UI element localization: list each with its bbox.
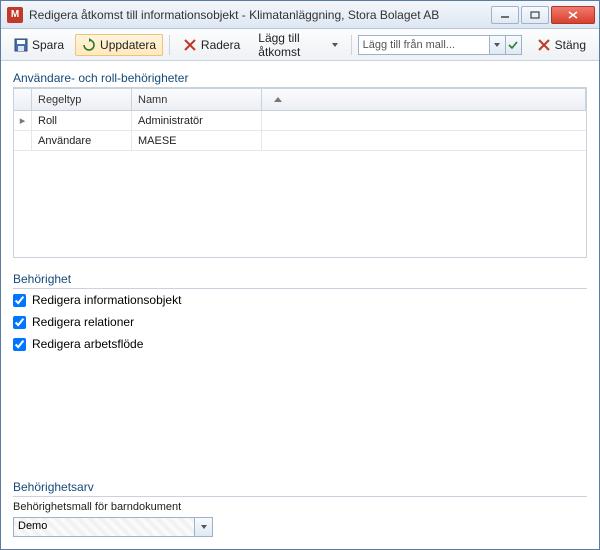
delete-button[interactable]: Radera	[176, 34, 247, 56]
chevron-down-icon	[201, 525, 207, 529]
cell-name: MAESE	[132, 131, 262, 150]
close-label: Stäng	[555, 38, 586, 52]
add-access-dropdown[interactable]: Lägg till åtkomst	[251, 27, 345, 63]
perm-label: Redigera informationsobjekt	[32, 293, 181, 307]
check-icon	[508, 40, 518, 50]
cell-ruletype: Användare	[32, 131, 132, 150]
perm-checkbox[interactable]	[13, 338, 26, 351]
row-indicator: ▸	[14, 111, 32, 130]
toolbar-separator	[351, 35, 352, 55]
inheritance-section: Behörighetsarv Behörighetsmall för barnd…	[13, 480, 587, 537]
toolbar: Spara Uppdatera Radera Lägg till åtkomst…	[1, 29, 599, 61]
update-button[interactable]: Uppdatera	[75, 34, 163, 56]
inheritance-combobox[interactable]: Demo	[13, 517, 213, 537]
grid-header: Regeltyp Namn	[14, 89, 586, 111]
permission-section: Behörighet Redigera informationsobjekt R…	[13, 272, 587, 351]
grid-selector-header[interactable]	[14, 89, 32, 110]
perm-label: Redigera arbetsflöde	[32, 337, 143, 351]
inheritance-dropdown-button[interactable]	[194, 518, 212, 536]
perm-edit-workflow[interactable]: Redigera arbetsflöde	[13, 337, 587, 351]
add-access-label: Lägg till åtkomst	[258, 31, 329, 59]
column-name[interactable]: Namn	[132, 89, 262, 110]
save-label: Spara	[32, 38, 64, 52]
permission-list: Redigera informationsobjekt Redigera rel…	[13, 289, 587, 351]
titlebar: M Redigera åtkomst till informationsobje…	[1, 1, 599, 29]
table-row[interactable]: Användare MAESE	[14, 131, 586, 151]
inheritance-value: Demo	[14, 518, 194, 536]
window-title: Redigera åtkomst till informationsobjekt…	[29, 8, 491, 22]
perm-edit-relations[interactable]: Redigera relationer	[13, 315, 587, 329]
inheritance-heading: Behörighetsarv	[13, 480, 587, 497]
close-icon	[567, 10, 579, 20]
dialog-window: M Redigera åtkomst till informationsobje…	[0, 0, 600, 550]
minimize-button[interactable]	[491, 6, 519, 24]
maximize-icon	[530, 11, 540, 19]
perm-checkbox[interactable]	[13, 294, 26, 307]
users-roles-section: Användare- och roll-behörigheter Regelty…	[13, 71, 587, 258]
cell-name: Administratör	[132, 111, 262, 130]
minimize-icon	[500, 11, 510, 19]
save-button[interactable]: Spara	[7, 34, 71, 56]
sort-asc-icon	[274, 97, 282, 102]
perm-edit-info[interactable]: Redigera informationsobjekt	[13, 293, 587, 307]
delete-icon	[183, 38, 197, 52]
close-window-button[interactable]	[551, 6, 595, 24]
toolbar-separator	[169, 35, 170, 55]
table-row[interactable]: ▸ Roll Administratör	[14, 111, 586, 131]
delete-label: Radera	[201, 38, 240, 52]
perm-label: Redigera relationer	[32, 315, 134, 329]
chevron-down-icon	[332, 43, 338, 47]
window-buttons	[491, 6, 595, 24]
column-ruletype[interactable]: Regeltyp	[32, 89, 132, 110]
inheritance-label: Behörighetsmall för barndokument	[13, 501, 587, 513]
update-label: Uppdatera	[100, 38, 156, 52]
template-combobox[interactable]: Lägg till från mall...	[358, 35, 522, 55]
perm-checkbox[interactable]	[13, 316, 26, 329]
cell-ruletype: Roll	[32, 111, 132, 130]
row-indicator	[14, 131, 32, 150]
users-roles-heading: Användare- och roll-behörigheter	[13, 71, 587, 88]
app-icon: M	[7, 7, 23, 23]
close-button[interactable]: Stäng	[530, 34, 593, 56]
chevron-down-icon	[494, 43, 500, 47]
refresh-icon	[82, 38, 96, 52]
content-area: Användare- och roll-behörigheter Regelty…	[1, 61, 599, 549]
template-placeholder: Lägg till från mall...	[359, 39, 489, 51]
maximize-button[interactable]	[521, 6, 549, 24]
close-icon	[537, 38, 551, 52]
column-sort[interactable]	[262, 89, 586, 110]
permissions-grid[interactable]: Regeltyp Namn ▸ Roll Administratör Använ…	[13, 88, 587, 258]
permission-heading: Behörighet	[13, 272, 587, 289]
save-icon	[14, 38, 28, 52]
template-apply-button[interactable]	[505, 36, 521, 54]
template-dropdown-button[interactable]	[489, 36, 505, 54]
